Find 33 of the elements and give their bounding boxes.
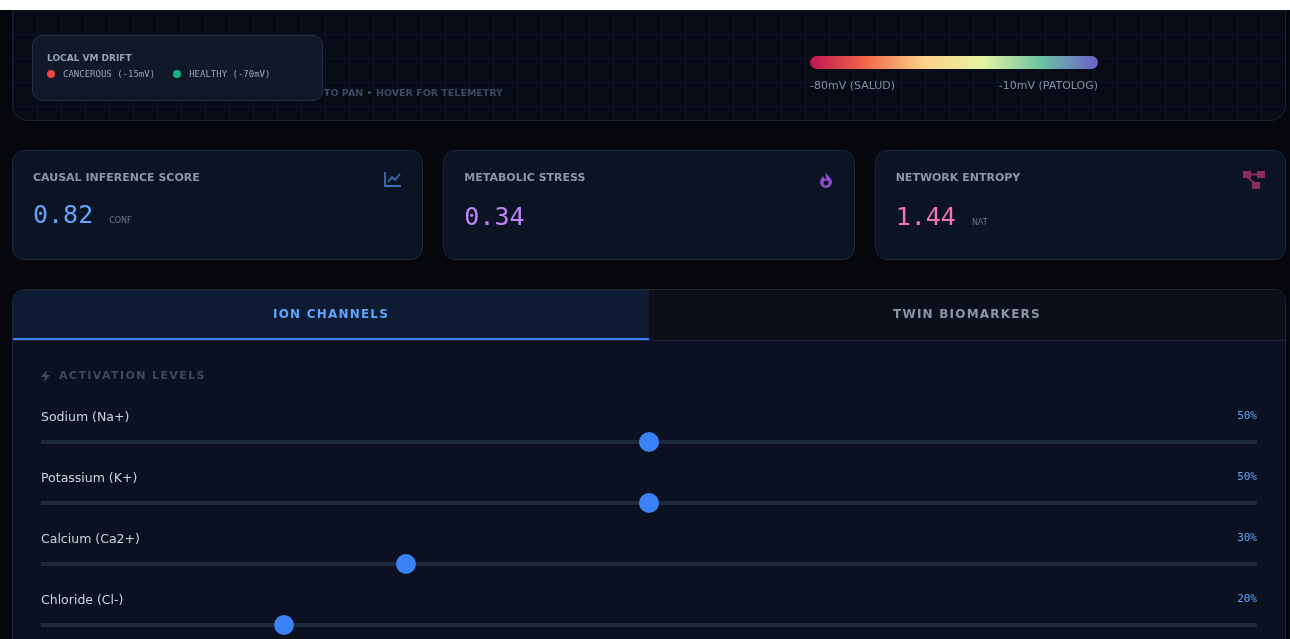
lightning-icon xyxy=(41,369,50,382)
channel-reading: 20% xyxy=(1237,592,1257,607)
metric-title: NETWORK ENTROPY xyxy=(895,171,1021,184)
slider-thumb[interactable] xyxy=(395,554,416,574)
legend-label: CANCEROUS (-15mV) xyxy=(63,69,156,79)
slider-thumb[interactable] xyxy=(639,493,659,513)
metric-unit: CONF xyxy=(109,216,132,225)
channel-reading: 30% xyxy=(1237,531,1257,546)
slider-thumb[interactable] xyxy=(274,615,295,635)
slider-thumb[interactable] xyxy=(639,432,659,452)
tab[interactable]: TWIN BIOMARKERS xyxy=(649,290,1285,340)
hint-text: TO PAN • HOVER FOR TELEMETRY xyxy=(324,87,503,98)
legend-label: HEALTHY (-70mV) xyxy=(189,69,271,79)
metric-value: 1.44 xyxy=(895,202,956,231)
metric-value: 0.34 xyxy=(464,202,525,231)
tab[interactable]: ION CHANNELS xyxy=(13,290,649,340)
metric-value: 0.82 xyxy=(33,200,94,229)
line-chart-icon xyxy=(384,171,403,187)
channel-reading: 50% xyxy=(1237,409,1257,424)
metric-unit: NAT xyxy=(971,218,988,227)
metric-title: CAUSAL INFERENCE SCORE xyxy=(33,171,200,184)
scale-label: -80mV (SALUD) xyxy=(810,79,896,92)
metric-title: METABOLIC STRESS xyxy=(464,171,586,184)
channel-reading: 50% xyxy=(1237,470,1257,485)
channel-label: Chloride (Cl-) xyxy=(41,592,124,607)
network-icon xyxy=(1243,171,1265,189)
legend-title: LOCAL VM DRIFT xyxy=(47,53,133,63)
section-title: ACTIVATION LEVELS xyxy=(59,369,206,382)
flame-icon xyxy=(817,171,834,189)
channel-label: Calcium (Ca2+) xyxy=(41,531,140,546)
channel-label: Potassium (K+) xyxy=(41,470,138,485)
scale-label: -10mV (PATOLOG) xyxy=(998,79,1098,92)
channel-label: Sodium (Na+) xyxy=(41,409,130,424)
